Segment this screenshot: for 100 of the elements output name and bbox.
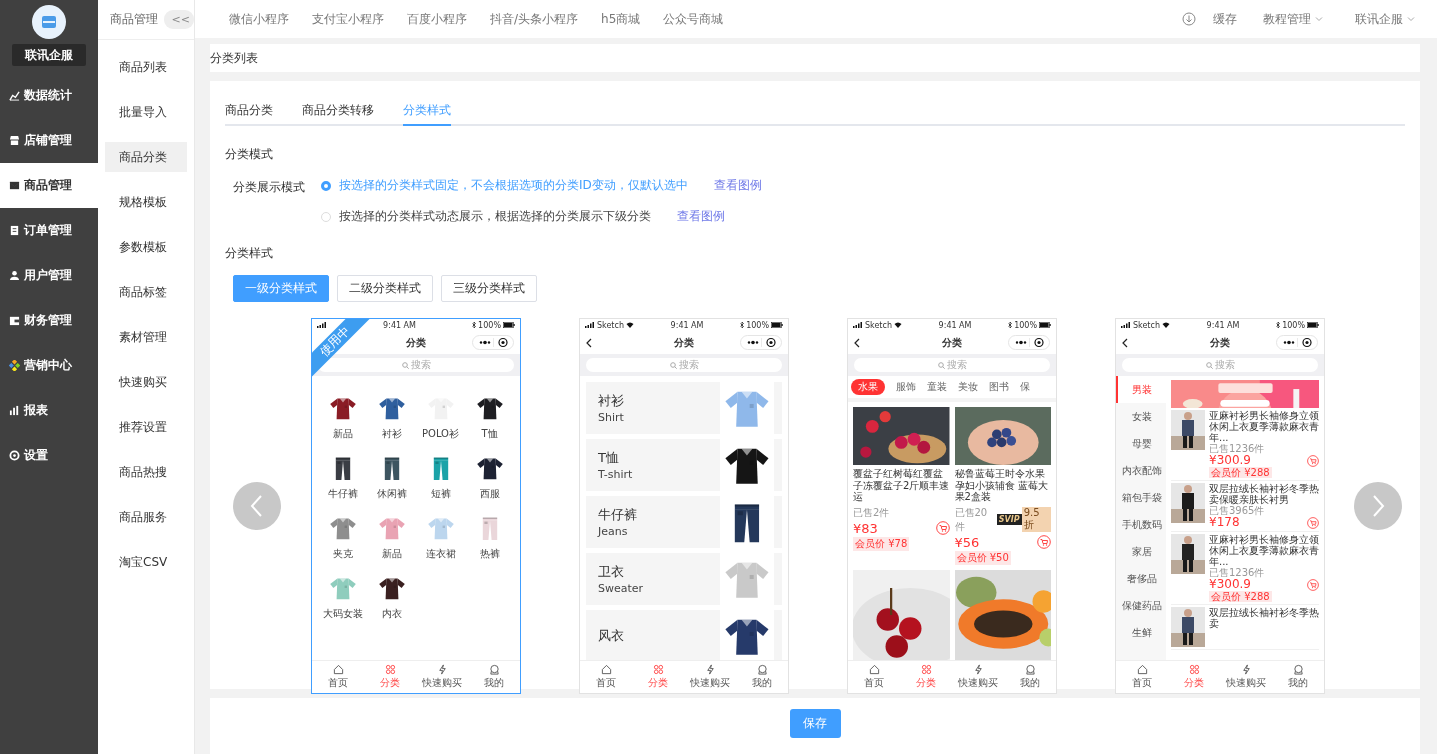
back-icon[interactable] bbox=[586, 337, 592, 348]
platform-tab[interactable]: 微信小程序 bbox=[229, 10, 289, 28]
category-item[interactable]: 奢侈品 bbox=[1116, 565, 1166, 592]
cart-icon[interactable] bbox=[935, 521, 950, 535]
category-label[interactable]: 衬衫 bbox=[381, 427, 402, 441]
cart-icon[interactable] bbox=[1037, 535, 1051, 549]
category-label[interactable]: T恤 bbox=[481, 427, 498, 441]
category-label[interactable]: 连衣裙 bbox=[425, 547, 456, 561]
back-icon[interactable] bbox=[854, 337, 860, 348]
download-icon[interactable] bbox=[1182, 12, 1196, 26]
category-tab[interactable]: 图书 bbox=[989, 380, 1009, 394]
submenu-item[interactable]: 参数模板 bbox=[105, 232, 187, 262]
tab-bar-item[interactable]: 分类 bbox=[1168, 661, 1220, 693]
category-item[interactable]: 女装 bbox=[1116, 403, 1166, 430]
submenu-item[interactable]: 规格模板 bbox=[105, 187, 187, 217]
phone-mockup[interactable] bbox=[1115, 318, 1325, 694]
tab-bar-item[interactable]: 分类 bbox=[364, 661, 416, 693]
cart-icon[interactable] bbox=[1307, 454, 1319, 467]
category-banner[interactable]: 风衣 bbox=[586, 610, 782, 660]
submenu-item[interactable]: 商品列表 bbox=[105, 52, 187, 82]
submenu-item[interactable]: 淘宝CSV bbox=[105, 547, 187, 577]
category-label[interactable]: 新品 bbox=[381, 547, 402, 561]
tab-bar-item[interactable]: 分类 bbox=[900, 661, 952, 693]
platform-tab[interactable]: 百度小程序 bbox=[407, 10, 467, 28]
sidebar-item[interactable]: 设置 bbox=[0, 433, 98, 478]
category-tab[interactable]: 美妆 bbox=[958, 380, 978, 394]
dropdown-menu[interactable]: 教程管理 bbox=[1263, 10, 1323, 28]
tab-bar-item[interactable]: 分类 bbox=[632, 661, 684, 693]
capsule-icon[interactable] bbox=[740, 335, 782, 350]
dropdown-menu[interactable]: 联讯企服 bbox=[1355, 10, 1415, 28]
category-banner[interactable]: 衬衫 Shirt bbox=[586, 382, 782, 434]
submenu-item[interactable]: 商品服务 bbox=[105, 502, 187, 532]
tab-bar-item[interactable]: 快速购买 bbox=[416, 661, 468, 693]
style-level-button[interactable]: 二级分类样式 bbox=[337, 275, 433, 302]
tab-bar-item[interactable]: 快速购买 bbox=[684, 661, 736, 693]
category-label[interactable]: 短裤 bbox=[430, 487, 451, 501]
category-tab[interactable]: 保 bbox=[1020, 380, 1030, 394]
tab-bar-item[interactable]: 我的 bbox=[1004, 661, 1056, 693]
style-level-button[interactable]: 三级分类样式 bbox=[441, 275, 537, 302]
sidebar-item[interactable]: 报表 bbox=[0, 388, 98, 433]
category-item[interactable]: 家居 bbox=[1116, 538, 1166, 565]
category-label[interactable]: 大码女装 bbox=[322, 607, 363, 621]
submenu-item[interactable]: 素材管理 bbox=[105, 322, 187, 352]
sidebar-item[interactable]: 店铺管理 bbox=[0, 118, 98, 163]
tab-bar-item[interactable]: 首页 bbox=[1116, 661, 1168, 693]
tab-bar-item[interactable]: 我的 bbox=[736, 661, 788, 693]
category-item[interactable]: 男装 bbox=[1116, 376, 1166, 403]
capsule-icon[interactable] bbox=[1276, 335, 1318, 350]
category-tab[interactable]: 服饰 bbox=[896, 380, 916, 394]
tab-bar-item[interactable]: 首页 bbox=[848, 661, 900, 693]
category-item[interactable]: 生鲜 bbox=[1116, 619, 1166, 646]
category-label[interactable]: 新品 bbox=[332, 427, 353, 441]
platform-tab[interactable]: 抖音/头条小程序 bbox=[490, 10, 579, 28]
capsule-icon[interactable] bbox=[472, 335, 514, 350]
tab-bar-item[interactable]: 首页 bbox=[312, 661, 364, 693]
category-label[interactable]: 夹克 bbox=[332, 547, 353, 561]
tab-bar-item[interactable]: 我的 bbox=[1272, 661, 1324, 693]
platform-tab[interactable]: 公众号商城 bbox=[663, 10, 724, 28]
cache-link[interactable]: 缓存 bbox=[1213, 10, 1237, 28]
back-icon[interactable] bbox=[1122, 337, 1128, 348]
category-item[interactable]: 保健药品 bbox=[1116, 592, 1166, 619]
category-item[interactable]: 母婴 bbox=[1116, 430, 1166, 457]
category-banner[interactable]: T恤 T-shirt bbox=[586, 439, 782, 491]
category-label[interactable]: 休闲裤 bbox=[376, 487, 407, 501]
platform-tab[interactable]: h5商城 bbox=[601, 10, 641, 28]
submenu-item[interactable]: 商品分类 bbox=[105, 142, 187, 172]
radio-button[interactable] bbox=[321, 180, 331, 191]
phone-mockup[interactable]: 使用中 9:41 AM 100% 分类 搜索 新品 衬衫 POLO衫 T恤 牛仔裤 休闲裤 短裤 西服 夹克 新品 连衣裙 热裤 大码女装 内衣 首页 分类 快速购买 我的 bbox=[311, 318, 521, 694]
tab-bar-item[interactable]: 快速购买 bbox=[1220, 661, 1272, 693]
cart-icon[interactable] bbox=[1307, 578, 1319, 591]
category-label[interactable]: POLO衫 bbox=[422, 427, 459, 441]
category-item[interactable]: 箱包手袋 bbox=[1116, 484, 1166, 511]
example-link[interactable]: 查看图例 bbox=[713, 177, 762, 194]
tab-bar-item[interactable]: 快速购买 bbox=[952, 661, 1004, 693]
category-banner[interactable]: 牛仔裤 Jeans bbox=[586, 496, 782, 548]
category-tab[interactable]: 水果 bbox=[851, 379, 885, 395]
sidebar-item[interactable]: 财务管理 bbox=[0, 298, 98, 343]
sidebar-item[interactable]: 商品管理 bbox=[0, 163, 98, 208]
submenu-item[interactable]: 快速购买 bbox=[105, 367, 187, 397]
sidebar-item[interactable]: 数据统计 bbox=[0, 73, 98, 118]
platform-tab[interactable]: 支付宝小程序 bbox=[312, 10, 384, 28]
submenu-item[interactable]: 推荐设置 bbox=[105, 412, 187, 442]
tab-bar-item[interactable]: 首页 bbox=[580, 661, 632, 693]
sidebar-item[interactable]: 营销中心 bbox=[0, 343, 98, 388]
example-link[interactable]: 查看图例 bbox=[677, 208, 725, 225]
tab[interactable]: 商品分类 bbox=[225, 102, 273, 126]
category-label[interactable]: 西服 bbox=[479, 487, 500, 501]
category-label[interactable]: 内衣 bbox=[381, 607, 402, 621]
tab[interactable]: 商品分类转移 bbox=[302, 102, 374, 126]
category-label[interactable]: 热裤 bbox=[479, 547, 500, 561]
category-banner[interactable]: 卫衣 Sweater bbox=[586, 553, 782, 605]
sidebar-item[interactable]: 订单管理 bbox=[0, 208, 98, 253]
submenu-item[interactable]: 批量导入 bbox=[105, 97, 187, 127]
category-label[interactable]: 牛仔裤 bbox=[327, 487, 358, 501]
sidebar-item[interactable]: 用户管理 bbox=[0, 253, 98, 298]
tab-bar-item[interactable]: 我的 bbox=[468, 661, 520, 693]
submenu-item[interactable]: 商品热搜 bbox=[105, 457, 187, 487]
category-item[interactable]: 手机数码 bbox=[1116, 511, 1166, 538]
category-item[interactable]: 内衣配饰 bbox=[1116, 457, 1166, 484]
cart-icon[interactable] bbox=[1307, 516, 1319, 529]
